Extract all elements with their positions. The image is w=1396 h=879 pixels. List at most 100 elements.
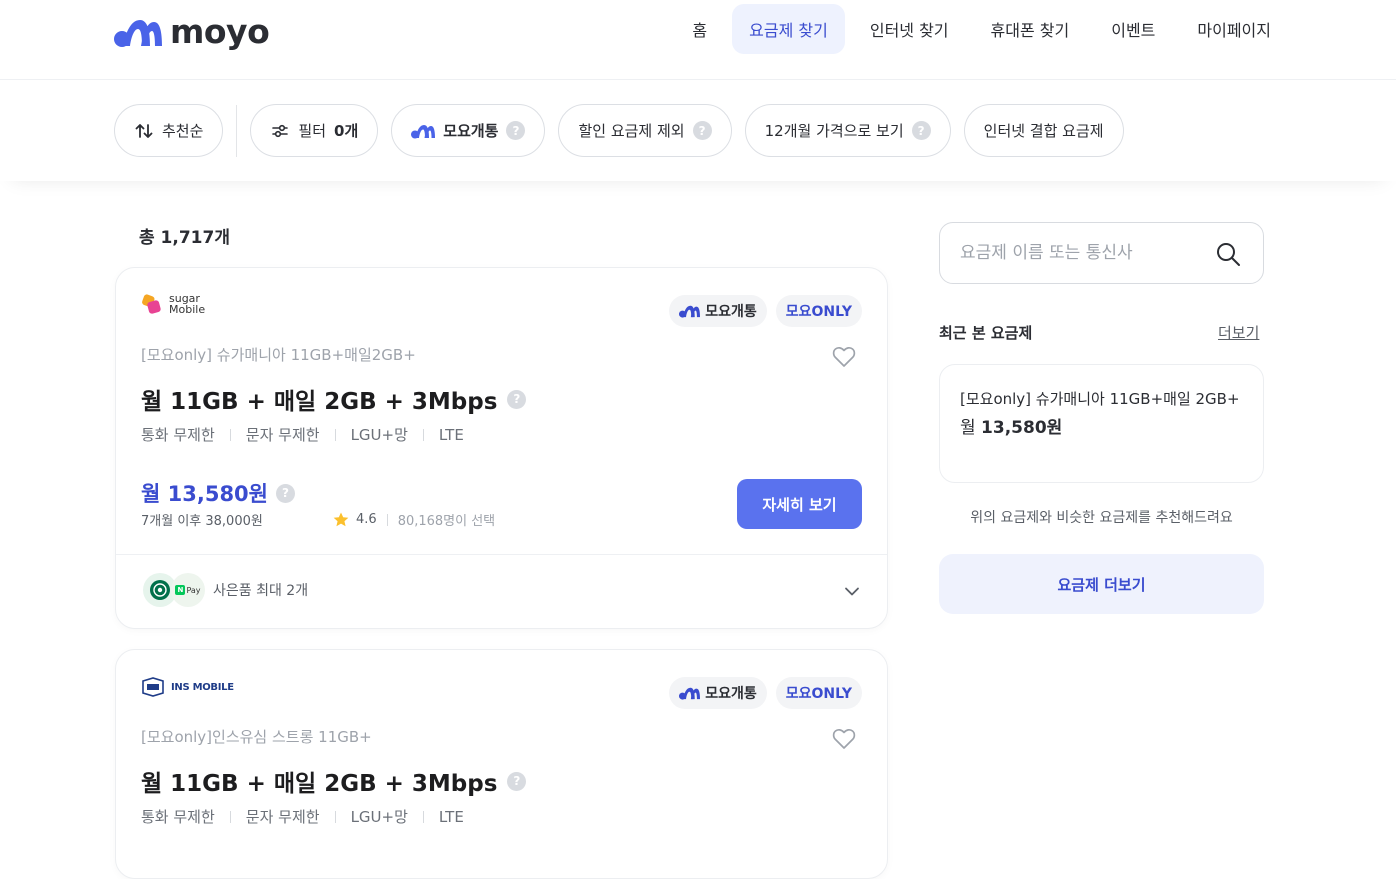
filter-chips: 추천순 필터 0개 모요개통 ? 할인 요금제 제외 ? 12개월 가격으로 보…	[114, 104, 1137, 157]
carrier-logo-text: sugar Mobile	[169, 293, 205, 315]
logo-text: moyo	[170, 12, 270, 51]
chevron-down-icon[interactable]	[843, 582, 861, 600]
recent-plans-title: 최근 본 요금제	[939, 324, 1033, 342]
spec-network: LGU+망	[350, 426, 408, 444]
gift-icons: N Pay	[143, 573, 207, 607]
moyo-small-icon	[411, 124, 436, 138]
moyo-only-badge: 모요ONLY	[775, 295, 862, 327]
twelve-month-label: 12개월 가격으로 보기	[764, 122, 904, 140]
npay-label: Pay	[186, 585, 201, 595]
spec-sms: 문자 무제한	[245, 808, 320, 826]
help-icon[interactable]: ?	[911, 121, 931, 140]
sort-chip[interactable]: 추천순	[114, 104, 224, 157]
heart-icon[interactable]	[832, 728, 856, 750]
moyo-tong-badge: 모요개통	[669, 677, 767, 709]
twelve-month-chip[interactable]: 12개월 가격으로 보기 ?	[744, 104, 951, 157]
more-plans-button[interactable]: 요금제 더보기	[939, 554, 1264, 614]
spec-tech: LTE	[438, 807, 464, 826]
selected-count: 80,168명이 선택	[397, 514, 496, 529]
moyo-tong-chip[interactable]: 모요개통 ?	[391, 104, 546, 157]
nav-phone-search[interactable]: 휴대폰 찾기	[974, 4, 1087, 54]
help-icon[interactable]: ?	[276, 483, 295, 503]
moyo-small-icon	[679, 687, 701, 700]
plan-card[interactable]: sugar Mobile 모요개통 모요ONLY [모요only] 슈가매니아 …	[115, 267, 888, 629]
recent-plan-price: 월 13,580원	[960, 413, 1243, 438]
plan-price: 월 13,580원 ?	[141, 478, 295, 508]
sugar-mobile-logo-icon	[142, 294, 161, 314]
moyo-tong-badge-label: 모요개통	[705, 686, 757, 702]
spec-tech: LTE	[438, 425, 464, 444]
recent-plan-card[interactable]: [모요only] 슈가매니아 11GB+매일 2GB+ 월 13,580원	[939, 364, 1264, 483]
plan-specs: 통화 무제한 문자 무제한 LGU+망 LTE	[141, 424, 464, 445]
view-details-button[interactable]: 자세히 보기	[737, 479, 862, 529]
plan-badges: 모요개통 모요ONLY	[669, 295, 862, 327]
moyo-only-badge: 모요ONLY	[775, 677, 862, 709]
gift-row[interactable]: N Pay 사은품 최대 2개	[116, 554, 887, 628]
plan-title-text: 월 11GB + 매일 2GB + 3Mbps	[141, 389, 498, 415]
filter-bar: 추천순 필터 0개 모요개통 ? 할인 요금제 제외 ? 12개월 가격으로 보…	[0, 80, 1396, 181]
top-header: moyo 홈 요금제 찾기 인터넷 찾기 휴대폰 찾기 이벤트 마이페이지	[0, 0, 1396, 80]
nav-internet-search[interactable]: 인터넷 찾기	[853, 4, 966, 54]
nav-mypage[interactable]: 마이페이지	[1180, 4, 1288, 54]
plan-subtitle: [모요only] 슈가매니아 11GB+매일2GB+	[141, 346, 416, 364]
plan-search-input[interactable]	[960, 239, 1210, 267]
sliders-icon	[272, 124, 289, 137]
moyo-logo[interactable]: moyo	[114, 12, 270, 51]
spec-call: 통화 무제한	[141, 426, 215, 444]
moyo-tong-badge-label: 모요개통	[705, 304, 757, 320]
filter-label: 필터	[298, 122, 327, 140]
plan-title: 월 11GB + 매일 2GB + 3Mbps ?	[141, 382, 527, 416]
plan-specs: 통화 무제한 문자 무제한 LGU+망 LTE	[141, 806, 464, 827]
exclude-discount-chip[interactable]: 할인 요금제 제외 ?	[558, 104, 732, 157]
nav-events[interactable]: 이벤트	[1094, 4, 1172, 54]
spec-sms: 문자 무제한	[245, 426, 320, 444]
filter-chip[interactable]: 필터 0개	[250, 104, 379, 157]
plan-title: 월 11GB + 매일 2GB + 3Mbps ?	[141, 764, 527, 798]
spec-call: 통화 무제한	[141, 808, 215, 826]
npay-icon: N Pay	[171, 573, 205, 607]
nav-plan-search[interactable]: 요금제 찾기	[732, 4, 845, 54]
help-icon[interactable]: ?	[506, 121, 526, 140]
carrier-logo: sugar Mobile	[141, 292, 205, 316]
sort-label: 추천순	[162, 122, 204, 140]
rating-divider	[386, 513, 388, 526]
plan-price-text: 월 13,580원	[141, 482, 268, 506]
help-icon[interactable]: ?	[507, 771, 527, 791]
exclude-discount-label: 할인 요금제 제외	[578, 122, 685, 140]
recent-plan-price-value: 13,580원	[981, 418, 1063, 438]
star-icon	[333, 512, 349, 526]
sort-arrows-icon	[135, 123, 153, 138]
internet-combo-label: 인터넷 결합 요금제	[983, 122, 1104, 140]
ins-mobile-logo-icon	[142, 677, 164, 697]
search-icon[interactable]	[1215, 241, 1241, 267]
total-count: 총 1,717개	[139, 228, 230, 248]
moyo-tong-badge: 모요개통	[669, 295, 767, 327]
filter-count: 0개	[334, 122, 359, 140]
recommend-note: 위의 요금제와 비슷한 요금제를 추천해드려요	[970, 510, 1233, 526]
spec-divider	[334, 428, 336, 441]
nav-home[interactable]: 홈	[675, 4, 724, 54]
help-icon[interactable]: ?	[507, 389, 527, 409]
recent-more-link[interactable]: 더보기	[1218, 322, 1259, 343]
main-nav: 홈 요금제 찾기 인터넷 찾기 휴대폰 찾기 이벤트 마이페이지	[675, 4, 1288, 54]
plan-subtitle: [모요only]인스유심 스트롱 11GB+	[141, 728, 372, 746]
rating-value: 4.6	[356, 512, 377, 527]
chip-divider	[236, 104, 238, 157]
plan-card[interactable]: INS MOBILE 모요개통 모요ONLY [모요only]인스유심 스트롱 …	[115, 649, 888, 879]
carrier-logo: INS MOBILE	[141, 677, 234, 697]
plan-search-box[interactable]	[939, 222, 1264, 284]
spec-divider	[229, 810, 231, 823]
gift-text: 사은품 최대 2개	[213, 583, 309, 599]
moyo-small-icon	[679, 305, 701, 318]
spec-divider	[422, 428, 424, 441]
internet-combo-chip[interactable]: 인터넷 결합 요금제	[963, 104, 1124, 157]
price-after-note: 7개월 이후 38,000원	[141, 514, 263, 529]
heart-icon[interactable]	[832, 346, 856, 368]
moyo-logo-icon	[114, 19, 162, 47]
spec-divider	[229, 428, 231, 441]
carrier-logo-line2: Mobile	[169, 303, 206, 316]
plan-title-text: 월 11GB + 매일 2GB + 3Mbps	[141, 771, 498, 797]
carrier-logo-text: INS MOBILE	[171, 681, 234, 693]
help-icon[interactable]: ?	[692, 121, 712, 140]
recent-plan-name: [모요only] 슈가매니아 11GB+매일 2GB+	[960, 390, 1240, 408]
